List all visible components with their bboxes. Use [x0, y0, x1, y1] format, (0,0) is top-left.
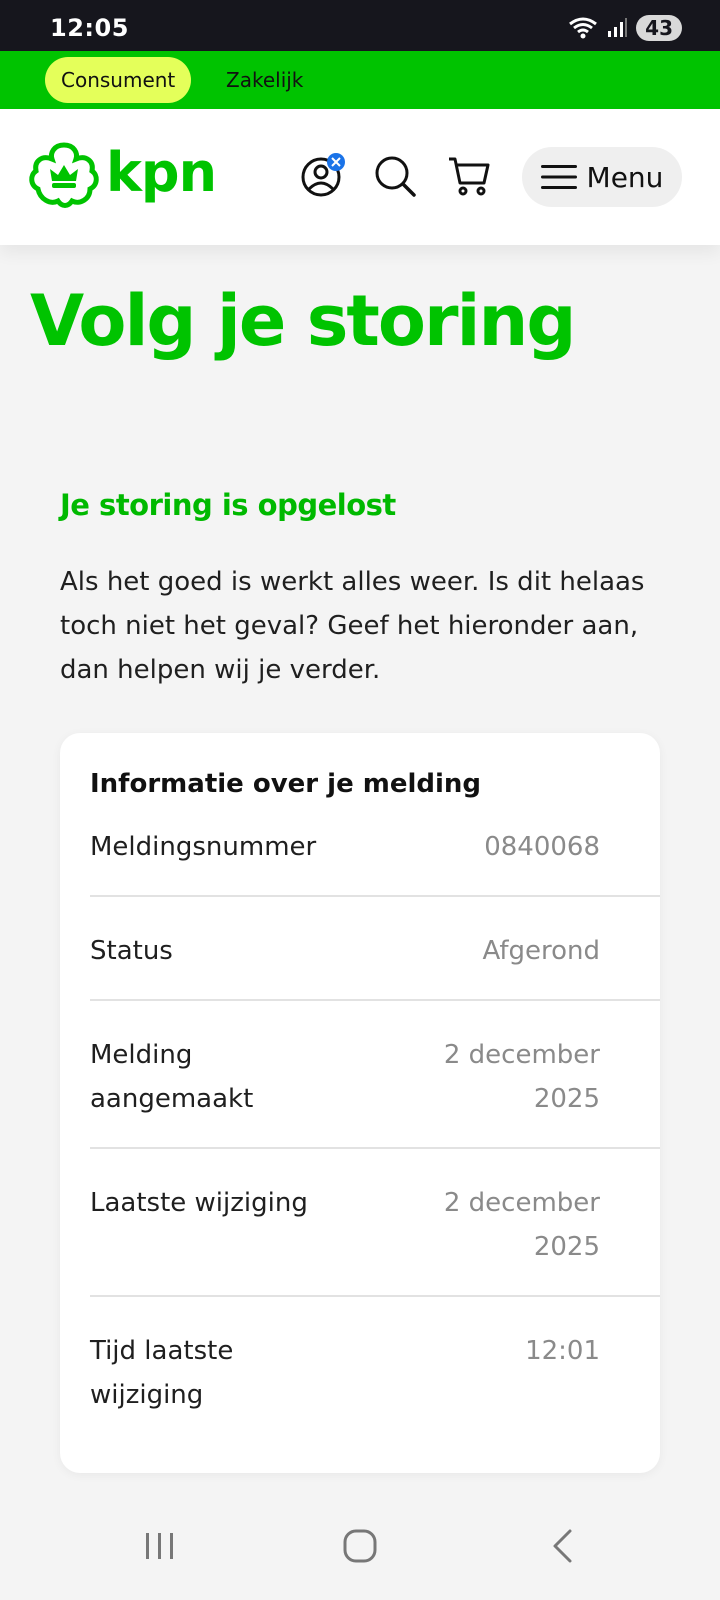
row-label: Tijd laatste wijziging — [90, 1336, 234, 1410]
battery-indicator: 43 — [636, 15, 682, 41]
report-info-card: Informatie over je melding Meldingsnumme… — [60, 733, 660, 1473]
row-value: 0840068 — [484, 832, 600, 862]
logo-text: kpn — [106, 140, 217, 204]
row-value: 12:01 — [525, 1336, 600, 1366]
home-icon[interactable] — [342, 1528, 378, 1564]
cart-button[interactable] — [446, 153, 492, 199]
hamburger-icon — [540, 165, 577, 189]
wifi-icon — [569, 17, 598, 39]
info-row-report-number: Meldingsnummer 0840068 — [90, 825, 660, 897]
system-icons: 43 — [568, 15, 682, 41]
back-icon[interactable] — [548, 1528, 576, 1564]
menu-button[interactable]: Menu — [522, 147, 682, 207]
signal-icon — [608, 18, 628, 37]
intro-text: Als het goed is werkt alles weer. Is dit… — [60, 567, 645, 685]
row-value: Afgerond — [482, 936, 600, 966]
cart-icon — [449, 157, 490, 196]
row-label: Meldingsnummer — [90, 832, 317, 862]
info-row-last-change-time: Tijd laatste wijziging 12:01 — [90, 1329, 660, 1445]
page-title: Volg je storing — [30, 280, 576, 362]
account-icon — [301, 153, 345, 197]
status-bar: 12:05 43 — [0, 0, 720, 51]
search-button[interactable] — [372, 153, 418, 199]
site-header: kpn Menu — [0, 109, 720, 245]
segment-bar: Consument Zakelijk — [0, 51, 720, 109]
recents-icon[interactable] — [144, 1530, 176, 1562]
card-title: Informatie over je melding — [90, 769, 482, 799]
menu-label: Menu — [586, 160, 664, 194]
crown-logo-icon — [29, 142, 99, 208]
segment-consument[interactable]: Consument — [45, 57, 192, 103]
search-icon — [375, 156, 416, 197]
row-value: 2 december 2025 — [443, 1188, 600, 1262]
kpn-logo[interactable]: kpn — [28, 140, 217, 209]
status-time: 12:05 — [50, 14, 129, 42]
info-row-status: Status Afgerond — [90, 929, 660, 1001]
row-label: Laatste wijziging — [90, 1188, 308, 1218]
info-row-last-change: Laatste wijziging 2 december 2025 — [90, 1181, 660, 1297]
segment-zakelijk[interactable]: Zakelijk — [210, 57, 319, 103]
system-nav-bar — [0, 1506, 720, 1600]
info-row-created: Melding aangemaakt 2 december 2025 — [90, 1033, 660, 1149]
row-label: Status — [90, 936, 173, 966]
status-heading: Je storing is opgelost — [60, 488, 396, 522]
row-value: 2 december 2025 — [443, 1040, 600, 1114]
row-label: Melding aangemaakt — [90, 1040, 254, 1114]
account-button[interactable] — [300, 153, 346, 199]
